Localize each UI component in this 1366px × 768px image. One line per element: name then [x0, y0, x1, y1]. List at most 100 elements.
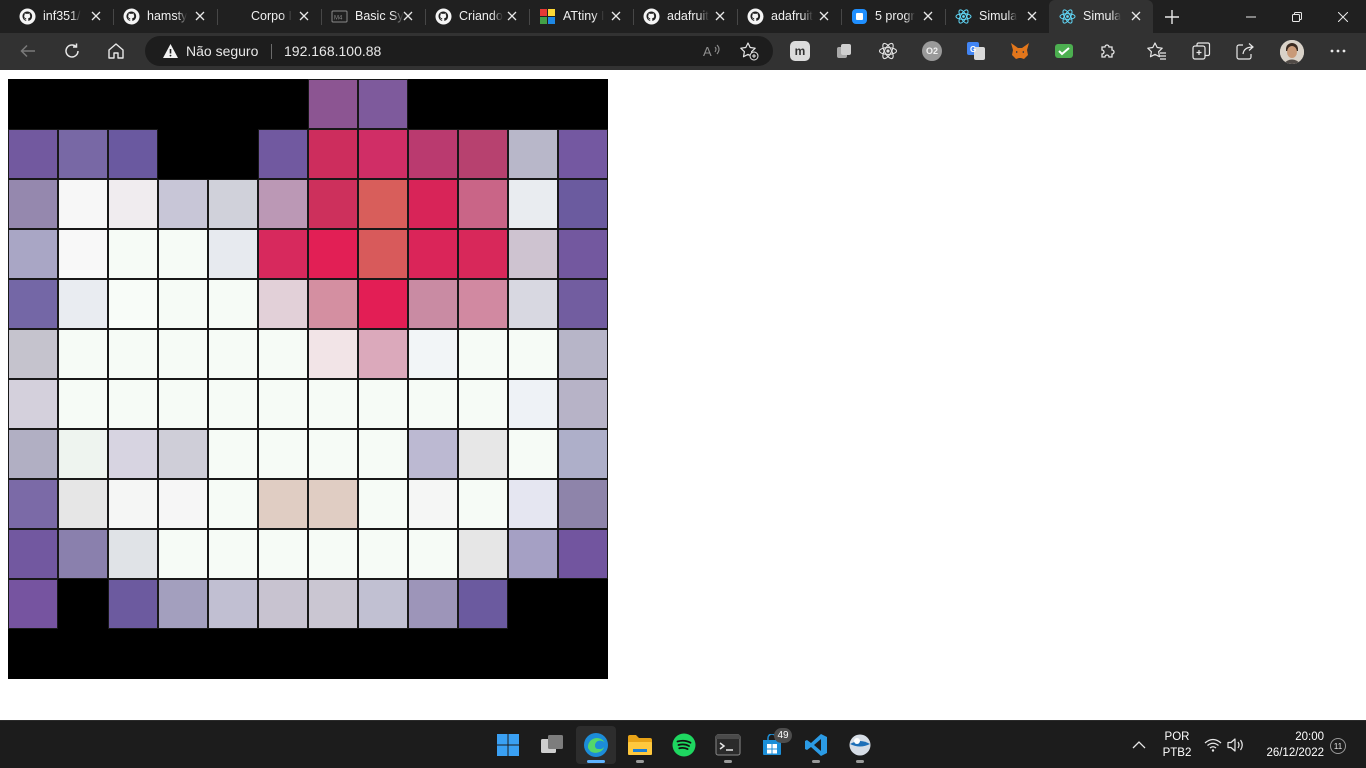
google-translate-extension[interactable]: G — [966, 41, 986, 61]
taskbar-microsoft-store[interactable]: 49 — [752, 726, 792, 764]
check-extension[interactable] — [1054, 41, 1074, 61]
tab-1[interactable]: inf351/ — [9, 0, 113, 33]
led-pixel-r2-c3 — [158, 179, 208, 229]
led-pixel-r6-c10 — [508, 379, 558, 429]
led-pixel-r8-c3 — [158, 479, 208, 529]
tab-3[interactable]: Corpo I — [217, 0, 321, 33]
taskbar-vscode[interactable] — [796, 726, 836, 764]
led-pixel-r8-c7 — [358, 479, 408, 529]
react-icon — [955, 8, 972, 25]
address-divider — [271, 44, 272, 59]
tinkercad-icon: M4 — [331, 8, 348, 25]
tab-8[interactable]: adafruit — [737, 0, 841, 33]
led-pixel-r8-c2 — [108, 479, 158, 529]
close-icon — [299, 11, 309, 21]
tab-9[interactable]: 5 progr — [841, 0, 945, 33]
tab-close-button[interactable] — [400, 8, 416, 24]
more-menu-icon — [1330, 49, 1346, 53]
taskbar-spotify[interactable] — [664, 726, 704, 764]
tab-close-button[interactable] — [504, 8, 520, 24]
network-volume-button[interactable] — [1204, 736, 1248, 754]
tab-close-button[interactable] — [296, 8, 312, 24]
minimize-button[interactable] — [1228, 0, 1274, 33]
tab-title: 5 progr — [875, 9, 915, 23]
tab-close-button[interactable] — [1128, 8, 1144, 24]
mastodon-icon: m — [794, 44, 806, 58]
tab-close-button[interactable] — [920, 8, 936, 24]
tab-close-button[interactable] — [1024, 8, 1040, 24]
more-menu-button[interactable] — [1328, 41, 1348, 61]
show-hidden-icons-button[interactable] — [1132, 737, 1150, 753]
store-badge: 49 — [774, 728, 792, 743]
favorites-button[interactable] — [1147, 41, 1167, 61]
led-pixel-r3-c9 — [458, 229, 508, 279]
read-aloud-icon: A — [703, 44, 720, 59]
taskbar-sphere-app[interactable] — [840, 726, 880, 764]
address-bar[interactable]: Não seguro 192.168.100.88 A — [145, 36, 773, 66]
notification-count: 11 — [1333, 741, 1343, 751]
tab-2[interactable]: hamsty — [113, 0, 217, 33]
metamask-extension[interactable] — [1010, 41, 1030, 61]
window-close-button[interactable] — [1320, 0, 1366, 33]
add-favorite-button[interactable] — [739, 41, 759, 61]
led-pixel-r5-c3 — [158, 329, 208, 379]
notification-center-button[interactable]: 11 — [1330, 738, 1346, 754]
taskbar-terminal[interactable] — [708, 726, 748, 764]
led-pixel-r8-c4 — [208, 479, 258, 529]
security-status-label[interactable]: Não seguro — [186, 43, 258, 59]
tab-close-button[interactable] — [608, 8, 624, 24]
mastodon-extension[interactable]: m — [790, 41, 810, 61]
led-pixel-r6-c11 — [558, 379, 608, 429]
led-pixel-r8-c6 — [308, 479, 358, 529]
home-button[interactable] — [101, 36, 131, 66]
share-button[interactable] — [1235, 41, 1255, 61]
profile-button[interactable] — [1280, 40, 1304, 64]
extensions-button[interactable] — [1098, 41, 1118, 61]
tab-6[interactable]: ATtiny I — [529, 0, 633, 33]
o2-extension[interactable]: O2 — [922, 41, 942, 61]
tab-close-button[interactable] — [816, 8, 832, 24]
collections-button[interactable] — [1191, 41, 1211, 61]
minimize-icon — [1246, 16, 1256, 17]
check-ext-icon — [1055, 44, 1073, 58]
tab-7[interactable]: adafruit — [633, 0, 737, 33]
led-pixel-r0-c10 — [508, 79, 558, 129]
tab-close-button[interactable] — [192, 8, 208, 24]
url-text[interactable]: 192.168.100.88 — [284, 43, 381, 59]
language-indicator[interactable]: POR PTB2 — [1158, 730, 1196, 762]
task-view-icon — [541, 735, 563, 753]
led-pixel-r0-c9 — [458, 79, 508, 129]
tab-5[interactable]: Criando — [425, 0, 529, 33]
led-pixel-r6-c4 — [208, 379, 258, 429]
led-pixel-r2-c8 — [408, 179, 458, 229]
led-pixel-r3-c0 — [8, 229, 58, 279]
running-indicator — [724, 760, 732, 763]
tab-close-button[interactable] — [712, 8, 728, 24]
start-button[interactable] — [488, 726, 528, 764]
collections-extension[interactable] — [834, 41, 854, 61]
read-aloud-button[interactable]: A — [702, 42, 722, 60]
led-pixel-r5-c5 — [258, 329, 308, 379]
tab-11[interactable]: Simula — [1049, 0, 1153, 33]
taskbar-file-explorer[interactable] — [620, 726, 660, 764]
restore-button[interactable] — [1274, 0, 1320, 33]
led-pixel-r9-c11 — [558, 529, 608, 579]
taskbar-edge[interactable] — [576, 726, 616, 764]
task-view-button[interactable] — [532, 726, 572, 764]
reload-button[interactable] — [57, 36, 87, 66]
blank-page-icon — [227, 8, 244, 25]
back-button[interactable] — [13, 36, 43, 66]
led-matrix — [8, 79, 608, 679]
led-pixel-r11-c5 — [258, 629, 308, 679]
new-tab-button[interactable] — [1158, 3, 1186, 31]
tab-close-button[interactable] — [88, 8, 104, 24]
vscode-icon — [805, 734, 827, 756]
clock[interactable]: 20:00 26/12/2022 — [1258, 730, 1328, 762]
tab-10[interactable]: Simula — [945, 0, 1049, 33]
tab-4[interactable]: M4 Basic Sy — [321, 0, 425, 33]
react-devtools-extension[interactable] — [878, 41, 898, 61]
led-pixel-r0-c0 — [8, 79, 58, 129]
led-pixel-r7-c3 — [158, 429, 208, 479]
led-pixel-r5-c1 — [58, 329, 108, 379]
close-icon — [819, 11, 829, 21]
